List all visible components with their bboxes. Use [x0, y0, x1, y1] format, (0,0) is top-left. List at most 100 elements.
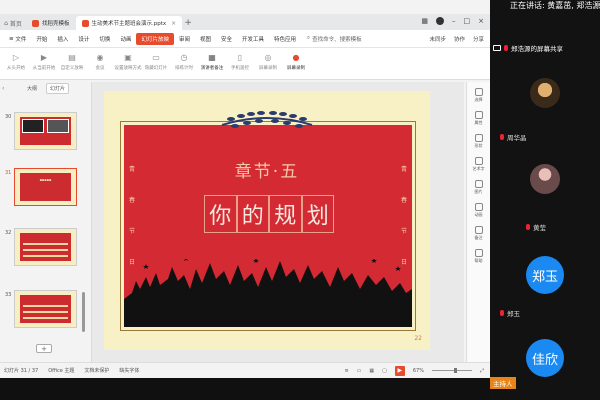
active-speakers: 正在讲话: 黄嘉茁, 郑浩源	[510, 1, 600, 10]
pane-wordart[interactable]: 艺术字	[473, 157, 485, 172]
ribbon-setup-show[interactable]: ▣ 设置放映方式	[115, 51, 142, 72]
slide-counter: 幻灯片 31 / 37	[4, 368, 39, 374]
missing-font-warning[interactable]: 缺失字体	[119, 367, 139, 374]
slide-list-scrollbar[interactable]	[82, 292, 85, 332]
participant-avatar	[530, 164, 560, 194]
reading-view-icon[interactable]: ▢	[382, 368, 387, 374]
tab-document[interactable]: 生动美术节主题班会演示.pptx ×	[75, 16, 183, 30]
sync-status[interactable]: 未同步	[429, 35, 446, 43]
menu-item[interactable]: 特色应用	[269, 33, 301, 45]
ribbon-screen-record-2[interactable]: ● 屏幕录制	[284, 51, 308, 72]
menu-file[interactable]: ≡ 文件	[4, 33, 31, 45]
ribbon-phone-remote[interactable]: ▯ 手机遥控	[228, 51, 252, 72]
home-icon: ⌂	[4, 19, 8, 27]
zoom-slider[interactable]	[431, 368, 472, 373]
slide-thumb-31[interactable]: 31 ▪▪▪▪▪	[5, 168, 85, 208]
slide-title: 你 的 规 划	[204, 195, 334, 233]
status-bar: 幻灯片 31 / 37 Office 主题 文档未保护 缺失字体 ≡ ▭ ▦ ▢…	[0, 362, 490, 378]
ribbon-screen-record[interactable]: ◎ 屏幕录制	[256, 51, 280, 72]
timer-icon: ◷	[180, 52, 188, 62]
meeting-icon: ◉	[96, 52, 104, 62]
menu-item[interactable]: 插入	[52, 33, 73, 45]
slide-list-tabs: ‹ 大纲 幻灯片	[0, 82, 91, 94]
phone-icon: ▯	[237, 52, 243, 62]
menu-item-slideshow[interactable]: 幻灯片放映	[136, 32, 174, 45]
tab-outline[interactable]: 大纲	[24, 84, 40, 93]
ribbon-from-start[interactable]: ▷ 从头开始	[4, 51, 28, 72]
tab-bar: ⌂ 首页 找稻壳模板 生动美术节主题班会演示.pptx × + ▦ – □ ×	[0, 14, 490, 30]
fit-window-icon[interactable]: ⤢	[480, 368, 484, 374]
minimize-icon[interactable]: –	[452, 17, 456, 25]
pane-properties[interactable]: 属性	[474, 111, 483, 126]
slide-list-panel: ‹ 大纲 幻灯片 30 31 ▪▪▪▪▪ 32 33 +	[0, 82, 92, 362]
mic-muted-icon	[526, 224, 530, 230]
doc-protection-status[interactable]: 文档未保护	[84, 367, 109, 374]
play-slideshow-button[interactable]: ▶	[394, 365, 405, 376]
wordart-icon	[474, 157, 483, 165]
participant-avatar	[530, 78, 560, 108]
expand-panel-icon[interactable]: ‹	[2, 85, 4, 92]
ribbon-meeting[interactable]: ◉ 会议	[88, 51, 112, 72]
menu-item[interactable]: 切换	[94, 33, 115, 45]
window-controls: ▦ – □ ×	[421, 17, 484, 25]
participant-tile[interactable]: 主持人 黄莹	[490, 158, 600, 389]
menu-bar: ≡ 文件 开始 插入 设计 切换 动画 幻灯片放映 审阅 视图 安全 开发工具 …	[0, 30, 490, 48]
ribbon-custom-show[interactable]: ▤ 自定义放映	[60, 51, 84, 72]
sorter-view-icon[interactable]: ▦	[369, 368, 374, 374]
notes-toggle-icon[interactable]: ≡	[344, 368, 348, 374]
menu-item[interactable]: 开始	[31, 33, 52, 45]
menu-item[interactable]: 审阅	[174, 33, 195, 45]
pane-notes[interactable]: 备注	[474, 226, 483, 241]
new-tab-button[interactable]: +	[182, 16, 194, 30]
menu-item[interactable]: 设计	[73, 33, 94, 45]
menu-item[interactable]: 开发工具	[237, 33, 269, 45]
menu-right-actions: 未同步 协作 分享	[429, 35, 490, 43]
pane-help[interactable]: 帮助	[474, 249, 483, 264]
tab-home[interactable]: ⌂ 首页	[0, 16, 26, 30]
close-tab-icon[interactable]: ×	[171, 20, 176, 27]
search-icon: ⌕	[307, 35, 311, 41]
slide-thumb-30[interactable]: 30	[5, 112, 85, 152]
maximize-icon[interactable]: □	[464, 17, 471, 25]
ribbon-speaker-notes[interactable]: ▦ 演讲者备注	[200, 51, 224, 72]
tab-templates[interactable]: 找稻壳模板	[26, 16, 76, 30]
zoom-level[interactable]: 67%	[413, 368, 424, 374]
slide-thumb-32[interactable]: 32	[5, 228, 85, 268]
meeting-participants-panel: 正在讲话: 黄嘉茁, 郑浩源 郑浩源的屏幕共享 周华晶 主持人 黄莹 郑玉 郑玉…	[490, 0, 600, 400]
tab-slides[interactable]: 幻灯片	[46, 82, 70, 94]
close-icon[interactable]: ×	[478, 17, 484, 25]
crowd-silhouette-image	[124, 259, 412, 327]
command-search[interactable]: ⌕ 查找命令、搜索模板	[307, 35, 362, 43]
ribbon-rehearse[interactable]: ◷ 排练计时	[172, 51, 196, 72]
user-avatar[interactable]	[436, 17, 444, 25]
pane-shape[interactable]: 形状	[474, 134, 483, 149]
notes-pane-icon	[474, 226, 483, 234]
current-slide[interactable]: 青 春 节 日 青 春 节 日 章节·五 你 的 规 划 22	[104, 91, 430, 350]
properties-icon	[474, 111, 483, 119]
ribbon-from-current[interactable]: ▶ 从当前开始	[32, 51, 56, 72]
mic-muted-icon	[500, 134, 504, 140]
pane-picture[interactable]: 图片	[474, 180, 483, 195]
menu-item[interactable]: 动画	[115, 33, 136, 45]
menu-item[interactable]: 安全	[216, 33, 237, 45]
participant-tile[interactable]: 佳欣	[490, 335, 600, 400]
participant-tile[interactable]: 郑玉 郑玉	[490, 250, 600, 325]
screen: ⌂ 首页 找稻壳模板 生动美术节主题班会演示.pptx × + ▦ – □ ×	[0, 0, 600, 400]
tile-view-icon[interactable]: ▦	[421, 17, 428, 25]
add-slide-button[interactable]: +	[36, 344, 52, 353]
picture-icon	[474, 180, 483, 188]
template-app-icon	[32, 19, 39, 27]
slide-thumb-33[interactable]: 33	[5, 290, 85, 330]
menu-item[interactable]: 视图	[195, 33, 216, 45]
screen-share-item[interactable]: 郑浩源的屏幕共享	[490, 38, 600, 58]
share-button[interactable]: 分享	[473, 35, 484, 43]
participant-tile[interactable]: 周华晶	[490, 70, 600, 150]
theme-name: Office 主题	[48, 368, 75, 374]
collaborate-button[interactable]: 协作	[454, 35, 465, 43]
slide-chapter-label: 章节·五	[234, 162, 300, 182]
ribbon-hide-slide[interactable]: ▭ 隐藏幻灯片	[144, 51, 168, 72]
pane-select[interactable]: 选择	[474, 88, 483, 103]
normal-view-icon[interactable]: ▭	[357, 368, 362, 374]
custom-show-icon: ▤	[68, 52, 76, 62]
pane-animation[interactable]: 动画	[474, 203, 483, 218]
